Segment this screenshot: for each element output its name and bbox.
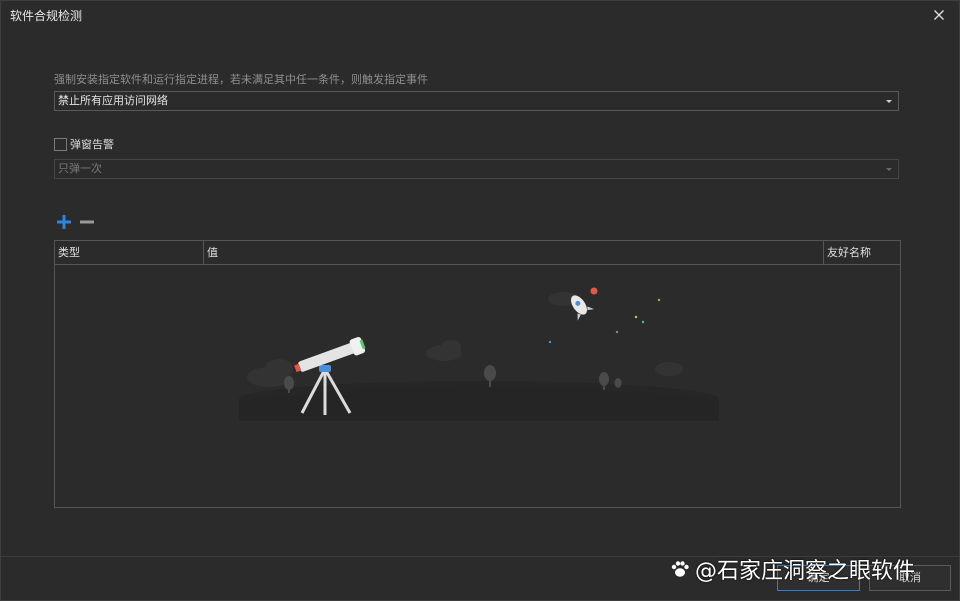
table-header: 类型 值 友好名称: [55, 241, 900, 265]
paw-icon: [671, 561, 689, 577]
column-header-value[interactable]: 值: [203, 241, 823, 264]
popup-alert-checkbox[interactable]: [54, 137, 67, 151]
cancel-button[interactable]: 取消: [869, 565, 951, 591]
popup-frequency-value: 只弹一次: [58, 162, 102, 175]
ok-button[interactable]: 确定: [777, 565, 860, 591]
empty-state-illustration: [239, 287, 719, 421]
column-header-type[interactable]: 类型: [55, 241, 203, 264]
dropdown-arrow-icon: [886, 168, 892, 171]
compliance-dialog: 软件合规检测 强制安装指定软件和运行指定进程，若未满足其中任一条件，则触发指定事…: [0, 0, 960, 601]
column-header-friendly-name[interactable]: 友好名称: [823, 241, 900, 264]
rule-description: 强制安装指定软件和运行指定进程，若未满足其中任一条件，则触发指定事件: [54, 73, 428, 86]
footer-divider: [1, 556, 959, 557]
close-button[interactable]: [929, 5, 949, 25]
event-select-value: 禁止所有应用访问网络: [58, 94, 168, 107]
popup-alert-label: 弹窗告警: [70, 138, 114, 151]
plus-icon: [57, 215, 71, 229]
remove-button[interactable]: [79, 214, 95, 230]
dropdown-arrow-icon: [886, 100, 892, 103]
add-button[interactable]: [56, 214, 72, 230]
window-title: 软件合规检测: [10, 9, 83, 23]
event-select[interactable]: 禁止所有应用访问网络: [54, 91, 899, 111]
popup-frequency-select[interactable]: 只弹一次: [54, 159, 899, 179]
title-bar: 软件合规检测: [1, 1, 959, 29]
close-icon: [934, 10, 944, 20]
popup-alert-row[interactable]: 弹窗告警: [54, 137, 114, 151]
minus-icon: [80, 220, 94, 224]
rule-table: 类型 值 友好名称: [54, 240, 901, 508]
